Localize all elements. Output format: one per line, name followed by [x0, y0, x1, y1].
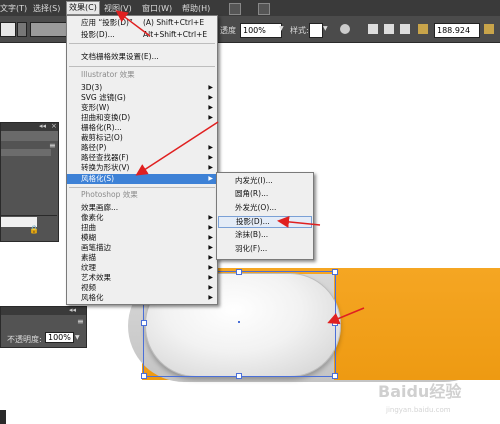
- arrow-to-effect-menu: [115, 10, 151, 37]
- arrow-to-knob: [327, 307, 365, 325]
- annotation-arrows: [115, 10, 365, 325]
- baidu-watermark-url: jingyan.baidu.com: [386, 406, 451, 414]
- baidu-watermark-logo: Baidu经验: [378, 382, 462, 401]
- arrow-to-drop-shadow: [277, 215, 321, 228]
- arrow-to-stylize: [135, 121, 219, 176]
